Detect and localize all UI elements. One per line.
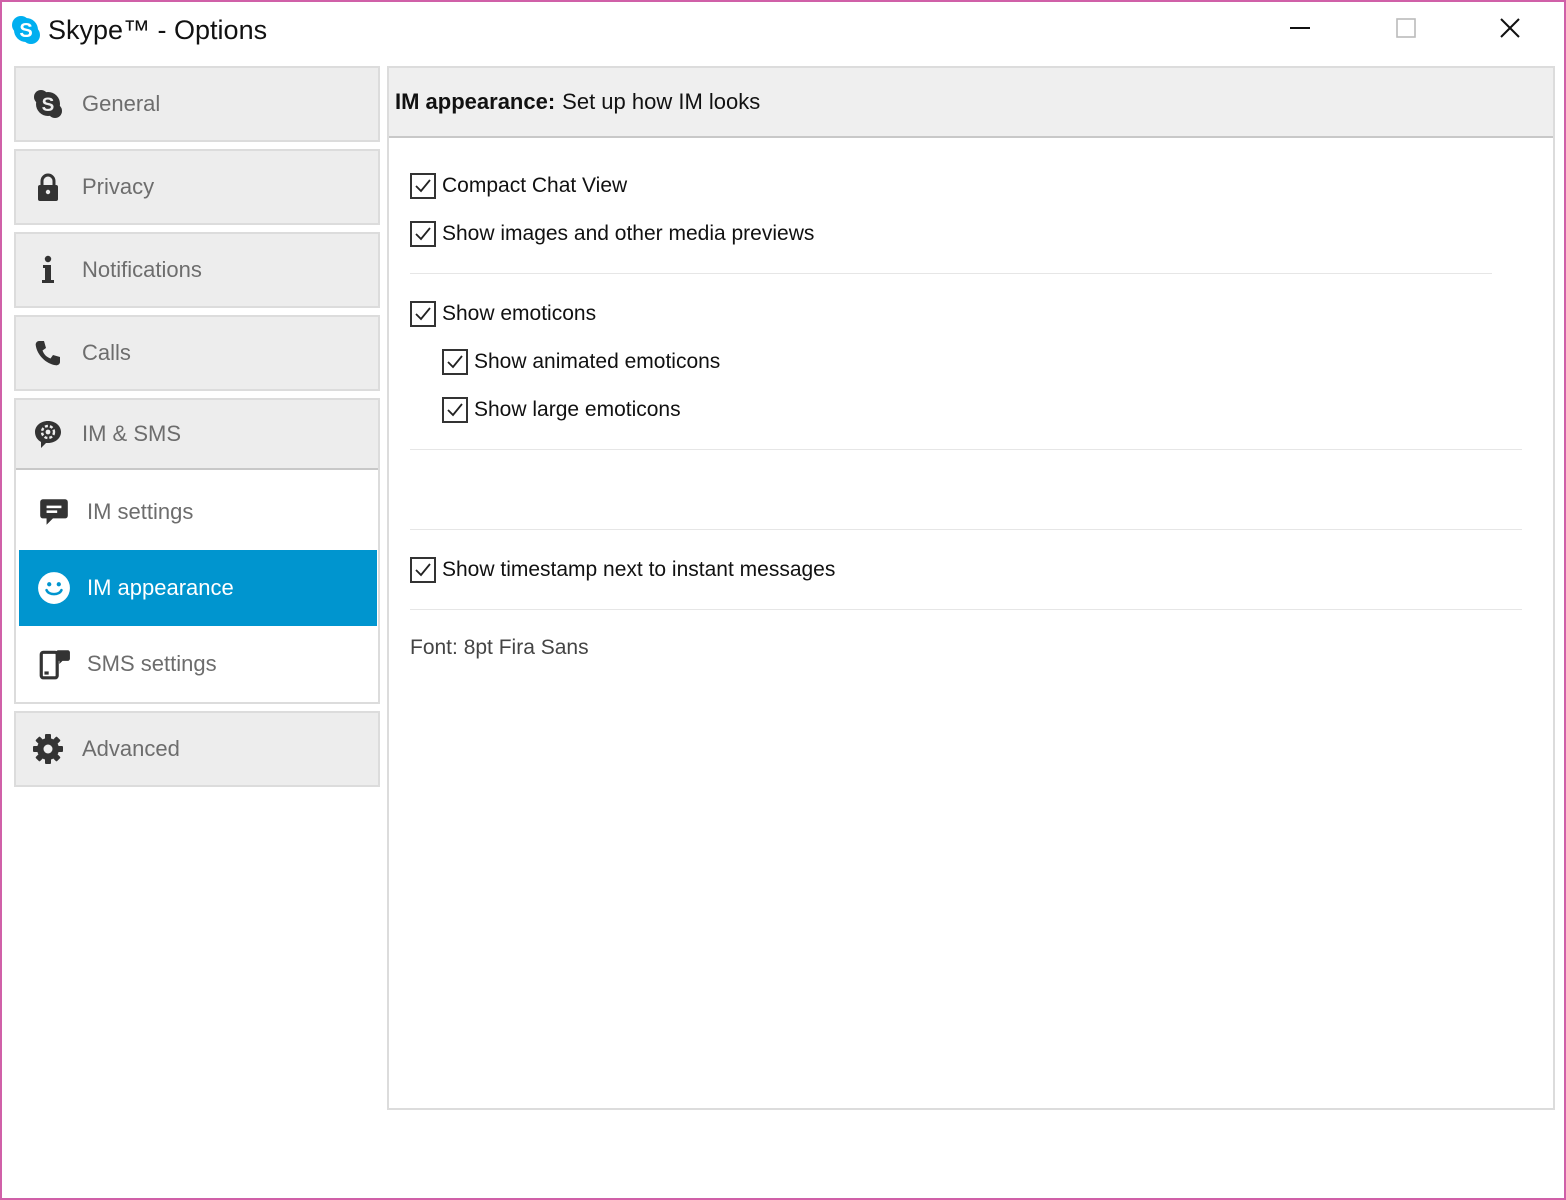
sidebar-item-calls[interactable]: Calls [14, 315, 380, 391]
content-panel: IM appearance: Set up how IM looks Compa… [387, 66, 1555, 1110]
show-emoticons-label: Show emoticons [442, 302, 597, 325]
sidebar-item-label: Notifications [82, 257, 202, 282]
minimize-icon [1288, 16, 1312, 45]
show-large-emoticons-checkbox[interactable] [442, 397, 468, 423]
sidebar-item-im-sms[interactable]: IM & SMS [16, 400, 378, 470]
compact-chat-view-checkbox[interactable] [410, 173, 436, 199]
compact-chat-view-option[interactable]: Compact Chat View [410, 171, 627, 201]
checkmark-icon [415, 563, 431, 577]
close-button[interactable] [1480, 8, 1540, 52]
sidebar-item-general[interactable]: S General [14, 66, 380, 142]
mobile-message-icon [37, 647, 71, 681]
checkmark-icon [415, 307, 431, 321]
svg-text:S: S [19, 20, 32, 42]
sidebar-subitem-label: IM settings [87, 499, 194, 524]
divider [410, 609, 1522, 610]
checkmark-icon [415, 227, 431, 241]
svg-text:S: S [42, 95, 55, 116]
sidebar-item-label: Advanced [82, 736, 180, 761]
sidebar-subitem-im-settings[interactable]: IM settings [19, 474, 377, 550]
sidebar-item-label: IM & SMS [82, 421, 182, 446]
lock-icon [32, 171, 64, 203]
maximize-icon [1394, 16, 1418, 45]
show-timestamp-label: Show timestamp next to instant messages [442, 558, 836, 581]
chat-gear-icon [32, 418, 64, 450]
title-bar: S Skype™ - Options [2, 2, 1564, 60]
show-emoticons-option[interactable]: Show emoticons [410, 299, 596, 329]
show-timestamp-option[interactable]: Show timestamp next to instant messages [410, 555, 835, 585]
im-sms-group: IM & SMS IM settings IM appearance SMS s… [14, 398, 380, 704]
minimize-button[interactable] [1270, 8, 1330, 52]
options-window: S Skype™ - Options S General Privacy Not… [0, 0, 1566, 1200]
close-icon [1498, 16, 1522, 45]
show-animated-emoticons-label: Show animated emoticons [474, 350, 721, 373]
skype-icon: S [32, 88, 64, 120]
show-animated-emoticons-option[interactable]: Show animated emoticons [442, 347, 720, 377]
sidebar-subitem-label: IM appearance [87, 575, 234, 600]
gear-icon [32, 733, 64, 765]
show-animated-emoticons-checkbox[interactable] [442, 349, 468, 375]
show-large-emoticons-option[interactable]: Show large emoticons [442, 395, 681, 425]
sidebar-subitem-sms-settings[interactable]: SMS settings [19, 626, 377, 702]
show-emoticons-checkbox[interactable] [410, 301, 436, 327]
sidebar-item-advanced[interactable]: Advanced [14, 711, 380, 787]
page-title: IM appearance: Set up how IM looks [389, 68, 1553, 138]
sidebar-item-notifications[interactable]: Notifications [14, 232, 380, 308]
sidebar-item-label: General [82, 91, 161, 116]
show-media-previews-option[interactable]: Show images and other media previews [410, 219, 814, 249]
checkmark-icon [447, 355, 463, 369]
page-title-section: IM appearance: [395, 89, 556, 114]
sidebar-subitem-im-appearance[interactable]: IM appearance [19, 550, 377, 626]
page-title-description: Set up how IM looks [562, 89, 761, 114]
smiley-icon [37, 571, 71, 605]
window-title: Skype™ - Options [48, 15, 268, 45]
sidebar-item-privacy[interactable]: Privacy [14, 149, 380, 225]
sidebar-subitem-label: SMS settings [87, 651, 217, 676]
chat-bubble-icon [37, 495, 71, 529]
show-large-emoticons-label: Show large emoticons [474, 398, 681, 421]
font-info-text: Font: 8pt Fira Sans [410, 636, 589, 659]
checkmark-icon [415, 179, 431, 193]
skype-logo-icon: S [10, 14, 42, 46]
maximize-button[interactable] [1376, 8, 1436, 52]
show-timestamp-checkbox[interactable] [410, 557, 436, 583]
sidebar-item-label: Privacy [82, 174, 155, 199]
phone-icon [32, 337, 64, 369]
compact-chat-view-label: Compact Chat View [442, 174, 628, 197]
info-icon [32, 254, 64, 286]
divider [410, 449, 1522, 450]
checkmark-icon [447, 403, 463, 417]
divider [410, 273, 1492, 274]
show-media-previews-label: Show images and other media previews [442, 222, 815, 245]
sidebar-item-label: Calls [82, 340, 131, 365]
show-media-previews-checkbox[interactable] [410, 221, 436, 247]
divider [410, 529, 1522, 530]
